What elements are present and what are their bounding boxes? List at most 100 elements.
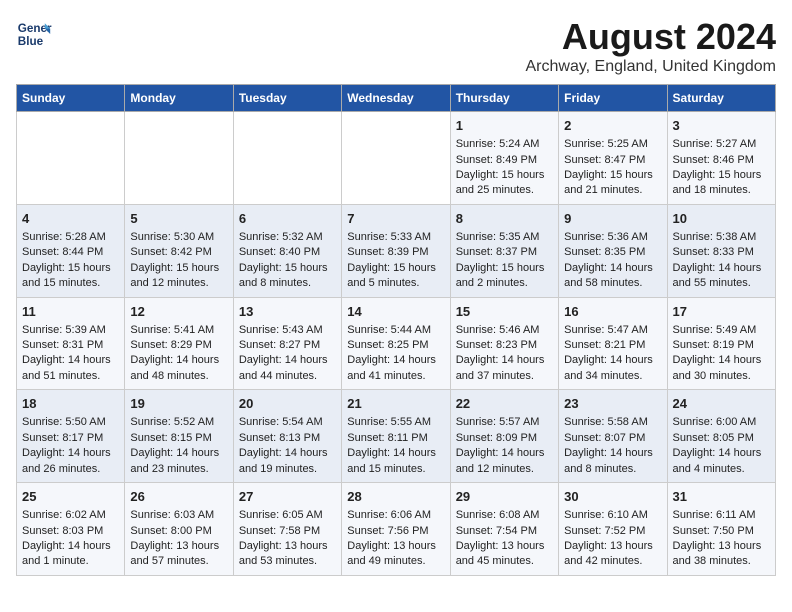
cell-text: Sunset: 7:54 PM — [456, 524, 553, 539]
cell-text: Sunrise: 5:49 AM — [673, 323, 770, 338]
calendar-cell: 13Sunrise: 5:43 AMSunset: 8:27 PMDayligh… — [233, 297, 341, 390]
cell-text: Sunrise: 5:50 AM — [22, 415, 119, 430]
column-header-saturday: Saturday — [667, 85, 775, 112]
calendar-cell: 31Sunrise: 6:11 AMSunset: 7:50 PMDayligh… — [667, 483, 775, 576]
cell-text: Sunset: 8:15 PM — [130, 431, 227, 446]
calendar-cell: 20Sunrise: 5:54 AMSunset: 8:13 PMDayligh… — [233, 390, 341, 483]
cell-text: Daylight: 14 hours — [673, 446, 770, 461]
day-number: 9 — [564, 210, 661, 228]
page-subtitle: Archway, England, United Kingdom — [525, 58, 776, 76]
calendar-week-4: 18Sunrise: 5:50 AMSunset: 8:17 PMDayligh… — [17, 390, 776, 483]
day-number: 7 — [347, 210, 444, 228]
calendar-cell: 30 Sunrise: 6:10 AMSunset: 7:52 PMDayligh… — [559, 483, 667, 576]
cell-text: Sunset: 8:47 PM — [564, 153, 661, 168]
cell-text: and 51 minutes. — [22, 369, 119, 384]
cell-text: Sunset: 8:29 PM — [130, 338, 227, 353]
cell-text: and 58 minutes. — [564, 276, 661, 291]
cell-text: Sunset: 8:42 PM — [130, 245, 227, 260]
day-number: 12 — [130, 303, 227, 321]
cell-text: Daylight: 14 hours — [564, 446, 661, 461]
calendar-cell — [17, 112, 125, 205]
cell-text: Sunset: 7:56 PM — [347, 524, 444, 539]
cell-text: Daylight: 14 hours — [564, 353, 661, 368]
cell-text: Daylight: 14 hours — [456, 446, 553, 461]
cell-text: Daylight: 15 hours — [564, 168, 661, 183]
cell-text: Sunset: 7:52 PM — [564, 524, 661, 539]
day-number: 10 — [673, 210, 770, 228]
calendar-cell: 24Sunrise: 6:00 AMSunset: 8:05 PMDayligh… — [667, 390, 775, 483]
calendar-cell: 4Sunrise: 5:28 AMSunset: 8:44 PMDaylight… — [17, 204, 125, 297]
calendar-cell: 16Sunrise: 5:47 AMSunset: 8:21 PMDayligh… — [559, 297, 667, 390]
cell-text: Sunset: 8:13 PM — [239, 431, 336, 446]
cell-text: Sunrise: 6:06 AM — [347, 508, 444, 523]
day-number: 31 — [673, 488, 770, 506]
calendar-cell — [342, 112, 450, 205]
cell-text: Daylight: 14 hours — [22, 539, 119, 554]
cell-text: Daylight: 14 hours — [347, 446, 444, 461]
cell-text: and 15 minutes. — [22, 276, 119, 291]
cell-text: Daylight: 15 hours — [456, 168, 553, 183]
cell-text: Sunset: 8:31 PM — [22, 338, 119, 353]
calendar-cell — [233, 112, 341, 205]
cell-text: Daylight: 14 hours — [673, 353, 770, 368]
cell-text: and 2 minutes. — [456, 276, 553, 291]
day-number: 3 — [673, 117, 770, 135]
cell-text: Sunset: 7:58 PM — [239, 524, 336, 539]
day-number: 23 — [564, 395, 661, 413]
calendar-cell: 9Sunrise: 5:36 AMSunset: 8:35 PMDaylight… — [559, 204, 667, 297]
cell-text: Sunrise: 5:32 AM — [239, 230, 336, 245]
cell-text: and 18 minutes. — [673, 183, 770, 198]
cell-text: Daylight: 13 hours — [456, 539, 553, 554]
calendar-cell: 1Sunrise: 5:24 AMSunset: 8:49 PMDaylight… — [450, 112, 558, 205]
cell-text: Sunrise: 6:00 AM — [673, 415, 770, 430]
day-number: 5 — [130, 210, 227, 228]
day-number: 2 — [564, 117, 661, 135]
cell-text: Daylight: 14 hours — [564, 261, 661, 276]
cell-text: Sunrise: 5:39 AM — [22, 323, 119, 338]
calendar-cell: 2 Sunrise: 5:25 AMSunset: 8:47 PMDaylight… — [559, 112, 667, 205]
cell-text: and 26 minutes. — [22, 462, 119, 477]
cell-text: and 38 minutes. — [673, 554, 770, 569]
cell-text: Sunset: 8:39 PM — [347, 245, 444, 260]
cell-text: Sunrise: 5:28 AM — [22, 230, 119, 245]
cell-text: Sunrise: 6:05 AM — [239, 508, 336, 523]
cell-text: Sunrise: 5:25 AM — [564, 137, 661, 152]
page-title: August 2024 — [525, 16, 776, 58]
cell-text: Sunset: 8:05 PM — [673, 431, 770, 446]
day-number: 30 — [564, 488, 661, 506]
cell-text: Sunrise: 6:10 AM — [564, 508, 661, 523]
cell-text: Daylight: 14 hours — [22, 446, 119, 461]
day-number: 20 — [239, 395, 336, 413]
cell-text: Sunset: 8:07 PM — [564, 431, 661, 446]
column-header-sunday: Sunday — [17, 85, 125, 112]
cell-text: Sunset: 8:37 PM — [456, 245, 553, 260]
cell-text: and 12 minutes. — [456, 462, 553, 477]
calendar-header-row: SundayMondayTuesdayWednesdayThursdayFrid… — [17, 85, 776, 112]
column-header-monday: Monday — [125, 85, 233, 112]
logo-icon: General Blue — [16, 16, 52, 52]
calendar-cell: 15Sunrise: 5:46 AMSunset: 8:23 PMDayligh… — [450, 297, 558, 390]
cell-text: Sunrise: 6:08 AM — [456, 508, 553, 523]
calendar-week-5: 25Sunrise: 6:02 AMSunset: 8:03 PMDayligh… — [17, 483, 776, 576]
column-header-friday: Friday — [559, 85, 667, 112]
cell-text: Sunrise: 5:38 AM — [673, 230, 770, 245]
cell-text: Sunset: 8:21 PM — [564, 338, 661, 353]
cell-text: and 53 minutes. — [239, 554, 336, 569]
cell-text: Daylight: 15 hours — [347, 261, 444, 276]
cell-text: Daylight: 15 hours — [22, 261, 119, 276]
cell-text: Sunrise: 5:41 AM — [130, 323, 227, 338]
cell-text: Daylight: 14 hours — [456, 353, 553, 368]
cell-text: Daylight: 13 hours — [130, 539, 227, 554]
calendar-cell: 8Sunrise: 5:35 AMSunset: 8:37 PMDaylight… — [450, 204, 558, 297]
day-number: 8 — [456, 210, 553, 228]
svg-text:Blue: Blue — [18, 35, 44, 48]
cell-text: and 19 minutes. — [239, 462, 336, 477]
page-header: General Blue August 2024 Archway, Englan… — [16, 16, 776, 76]
calendar-cell: 18Sunrise: 5:50 AMSunset: 8:17 PMDayligh… — [17, 390, 125, 483]
cell-text: Sunrise: 5:44 AM — [347, 323, 444, 338]
calendar-table: SundayMondayTuesdayWednesdayThursdayFrid… — [16, 84, 776, 576]
day-number: 25 — [22, 488, 119, 506]
cell-text: Daylight: 13 hours — [564, 539, 661, 554]
cell-text: Sunset: 8:00 PM — [130, 524, 227, 539]
cell-text: Sunset: 8:46 PM — [673, 153, 770, 168]
